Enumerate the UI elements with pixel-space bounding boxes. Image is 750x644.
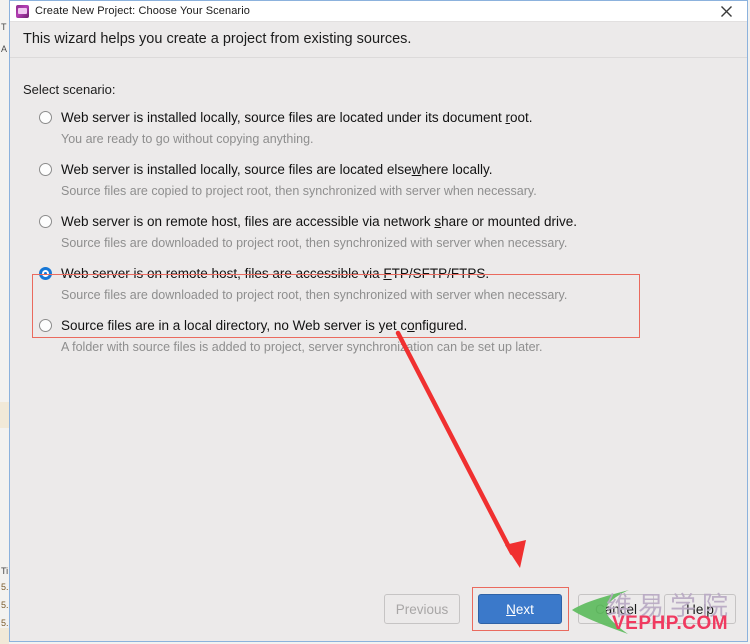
bg-edge-accent-a — [0, 402, 9, 428]
help-button[interactable]: Help — [664, 594, 736, 624]
scenario-option-1[interactable]: Web server is installed locally, source … — [23, 106, 733, 158]
scenario-option-5[interactable]: Source files are in a local directory, n… — [23, 314, 733, 366]
previous-button[interactable]: Previous — [384, 594, 460, 624]
scenario-option-5-row[interactable]: Source files are in a local directory, n… — [23, 314, 733, 335]
header-divider — [10, 57, 747, 58]
bg-text-fragment-b2: 5. — [1, 600, 9, 610]
dialog-title-bar: Create New Project: Choose Your Scenario — [10, 1, 747, 22]
scenario-option-1-label: Web server is installed locally, source … — [61, 110, 533, 125]
bg-text-fragment-top1: T — [1, 22, 7, 32]
radio-button-3[interactable] — [39, 215, 52, 228]
scenario-option-3-row[interactable]: Web server is on remote host, files are … — [23, 210, 733, 231]
scenario-option-2[interactable]: Web server is installed locally, source … — [23, 158, 733, 210]
wizard-intro-text: This wizard helps you create a project f… — [23, 31, 412, 47]
close-icon[interactable] — [705, 1, 747, 22]
phpstorm-app-icon — [16, 4, 29, 18]
scenario-option-2-label: Web server is installed locally, source … — [61, 162, 493, 177]
cancel-button[interactable]: Cancel — [578, 594, 654, 624]
dialog-content: This wizard helps you create a project f… — [10, 22, 747, 641]
radio-button-2[interactable] — [39, 163, 52, 176]
dialog-title: Create New Project: Choose Your Scenario — [35, 5, 250, 17]
scenario-option-3-description: Source files are downloaded to project r… — [61, 236, 568, 250]
scenario-option-4-description: Source files are downloaded to project r… — [61, 288, 568, 302]
scenario-option-4-row[interactable]: Web server is on remote host, files are … — [23, 262, 733, 283]
next-button[interactable]: Next — [478, 594, 562, 624]
bg-text-fragment-b3: 5. — [1, 618, 9, 628]
radio-button-5[interactable] — [39, 319, 52, 332]
radio-button-1[interactable] — [39, 111, 52, 124]
scenario-option-4-label: Web server is on remote host, files are … — [61, 266, 490, 281]
scenario-option-5-description: A folder with source files is added to p… — [61, 340, 543, 354]
scenario-option-2-row[interactable]: Web server is installed locally, source … — [23, 158, 733, 179]
scenario-option-5-label: Source files are in a local directory, n… — [61, 318, 468, 333]
create-new-project-dialog: Create New Project: Choose Your Scenario… — [9, 0, 748, 642]
dialog-footer: Previous Next Cancel Help — [10, 583, 747, 641]
scenario-option-4[interactable]: Web server is on remote host, files are … — [23, 262, 733, 314]
bg-text-fragment-tab: Ti — [1, 566, 9, 576]
scenario-option-1-description: You are ready to go without copying anyt… — [61, 132, 314, 146]
scenario-radio-group: Web server is installed locally, source … — [23, 106, 733, 366]
scenario-option-3-label: Web server is on remote host, files are … — [61, 214, 577, 229]
bg-edge-accent-b — [0, 628, 9, 644]
select-scenario-label: Select scenario: — [23, 82, 116, 97]
scenario-option-1-row[interactable]: Web server is installed locally, source … — [23, 106, 733, 127]
bg-text-fragment-top2: A — [1, 44, 8, 54]
bg-text-fragment-b1: 5. — [1, 582, 9, 592]
scenario-option-2-description: Source files are copied to project root,… — [61, 184, 537, 198]
radio-button-4[interactable] — [39, 267, 52, 280]
scenario-option-3[interactable]: Web server is on remote host, files are … — [23, 210, 733, 262]
